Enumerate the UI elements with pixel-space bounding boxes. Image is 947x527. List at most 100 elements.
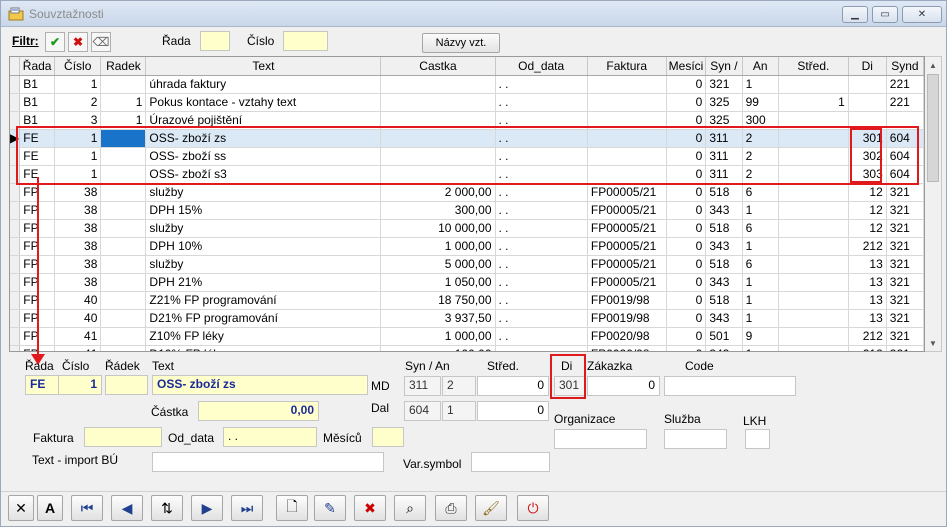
table-cell[interactable]: 13 [848,291,887,310]
md-syn-input[interactable]: 311 [404,376,441,396]
table-cell[interactable]: 1 [742,273,779,292]
table-row[interactable]: FP 38 služby 5 000,00. . FP00005/21 0 518 6 13 32… [10,255,924,274]
filter-cancel-button[interactable]: ✖ [68,32,88,52]
oddata-input[interactable]: . . [223,427,317,447]
table-cell[interactable] [380,93,496,112]
table-cell[interactable]: 38 [54,273,102,292]
table-cell[interactable] [100,183,147,202]
table-cell[interactable] [778,237,849,256]
table-cell[interactable] [848,75,887,94]
table-cell[interactable]: 99 [742,93,779,112]
table-cell[interactable]: 1 [54,75,102,94]
table-row[interactable]: FP 38 služby 2 000,00. . FP00005/21 0 518 6 12 32… [10,183,924,202]
table-cell[interactable]: . . [495,237,588,256]
data-grid[interactable]: Řada Číslo Radek Text Castka Od_data Faktura Me… [9,56,925,352]
varsymbol-input[interactable] [471,452,550,472]
table-cell[interactable]: B1 [19,93,56,112]
table-cell[interactable]: . . [495,309,588,328]
exit-button[interactable]: ⏻ [517,495,549,521]
table-cell[interactable]: . . [495,75,588,94]
table-row[interactable]: FP 40 D21% FP programování 3 937,50. . FP001… [10,309,924,328]
table-cell[interactable] [778,309,849,328]
table-cell[interactable]: 518 [705,219,743,238]
table-cell[interactable] [778,345,849,351]
table-cell[interactable]: 343 [705,237,743,256]
table-cell[interactable] [100,237,147,256]
minimize-button[interactable]: ▁ [842,6,868,23]
table-cell[interactable] [100,309,147,328]
table-row[interactable]: B1 1 úhrada faktury. . 0 321 1 221 [10,75,924,94]
table-cell[interactable]: 13 [848,255,887,274]
table-cell[interactable]: 343 [705,309,743,328]
table-cell[interactable]: FP0019/98 [587,291,667,310]
table-cell[interactable]: 0 [666,309,707,328]
table-cell[interactable]: FP00005/21 [587,219,667,238]
table-row[interactable]: FP 38 služby 10 000,00. . FP00005/21 0 518 6 12 3… [10,219,924,238]
column-header[interactable]: Radek [100,57,147,76]
table-cell[interactable]: 321 [886,219,924,238]
table-cell[interactable]: 518 [705,183,743,202]
table-cell[interactable]: 518 [705,255,743,274]
md-stred-input[interactable]: 0 [477,376,549,396]
table-cell[interactable]: . . [495,345,588,351]
table-cell[interactable]: 321 [886,345,924,351]
table-cell[interactable]: . . [495,93,588,112]
table-cell[interactable]: 343 [705,273,743,292]
scroll-up-icon[interactable]: ▲ [925,57,941,73]
table-cell[interactable]: 321 [886,183,924,202]
table-cell[interactable]: 0 [666,327,707,346]
table-cell[interactable]: 10 000,00 [380,219,496,238]
table-cell[interactable] [778,255,849,274]
maximize-button[interactable]: ▭ [872,6,898,23]
table-cell[interactable] [778,291,849,310]
nazvy-vzt-button[interactable]: Názvy vzt. [422,33,500,53]
table-cell[interactable]: DPH 10% [145,237,382,256]
filter-rada-input[interactable] [200,31,230,51]
md-code-input[interactable] [664,376,796,396]
table-cell[interactable] [848,93,887,112]
filter-apply-button[interactable]: ✔ [45,32,65,52]
table-cell[interactable]: FP00005/21 [587,201,667,220]
table-cell[interactable]: 0 [666,273,707,292]
table-cell[interactable]: . . [495,273,588,292]
md-zakazka-input[interactable]: 0 [587,376,660,396]
table-row[interactable]: FP 38 DPH 15% 300,00. . FP00005/21 0 343 1 12 321 [10,201,924,220]
table-cell[interactable]: 325 [705,93,743,112]
table-cell[interactable]: Z10% FP léky [145,327,382,346]
table-cell[interactable] [778,327,849,346]
column-header[interactable]: Syn / [705,57,743,76]
table-cell[interactable]: 13 [848,273,887,292]
table-cell[interactable]: D10% FP léky [145,345,382,351]
table-cell[interactable]: 3 937,50 [380,309,496,328]
table-cell[interactable] [587,75,667,94]
table-cell[interactable]: 343 [705,345,743,351]
table-cell[interactable]: 41 [54,345,102,351]
table-cell[interactable]: . . [495,219,588,238]
table-cell[interactable]: úhrada faktury [145,75,382,94]
table-row[interactable]: FP 40 Z21% FP programování 18 750,00. . FP00… [10,291,924,310]
table-cell[interactable]: FP0019/98 [587,309,667,328]
table-cell[interactable]: 501 [705,327,743,346]
table-cell[interactable] [100,345,147,351]
radek-input[interactable] [105,375,148,395]
table-cell[interactable]: D21% FP programování [145,309,382,328]
table-cell[interactable]: 321 [886,273,924,292]
table-cell[interactable]: 0 [666,237,707,256]
castka-input[interactable]: 0,00 [198,401,319,421]
column-header[interactable]: Střed. [778,57,849,76]
mesicu-input[interactable] [372,427,404,447]
dal-syn-input[interactable]: 604 [404,401,441,421]
find-button[interactable]: ⌕ [394,495,426,521]
column-header[interactable]: Castka [380,57,496,76]
table-row[interactable]: B1 2 1 Pokus kontace - vztahy text. . 0 325 99… [10,93,924,112]
table-cell[interactable] [100,201,147,220]
table-cell[interactable]: 41 [54,327,102,346]
table-cell[interactable]: . . [495,291,588,310]
table-cell[interactable]: 1 [742,201,779,220]
table-cell[interactable] [778,219,849,238]
table-cell[interactable]: 38 [54,201,102,220]
lkh-input[interactable] [745,429,770,449]
table-cell[interactable]: 1 [742,309,779,328]
table-cell[interactable]: 221 [886,75,924,94]
column-header[interactable]: Mesíci [666,57,707,76]
